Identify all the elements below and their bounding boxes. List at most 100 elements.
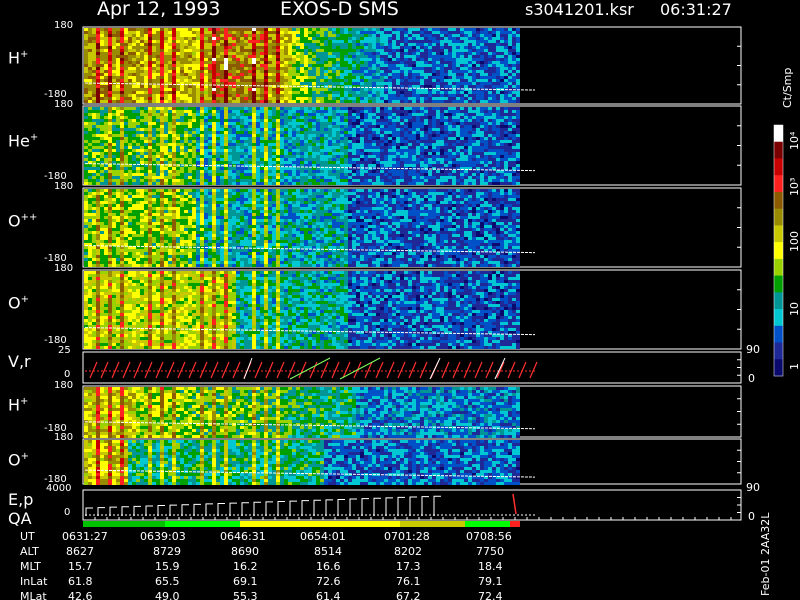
heatmap-cell	[316, 149, 320, 152]
heatmap-cell	[500, 67, 504, 70]
heatmap-cell	[236, 31, 240, 34]
heatmap-cell	[280, 110, 284, 113]
heatmap-cell	[288, 158, 292, 161]
heatmap-cell	[444, 94, 448, 97]
heatmap-cell	[180, 58, 184, 61]
heatmap-cell	[368, 107, 372, 110]
heatmap-cell	[200, 64, 204, 67]
heatmap-cell	[384, 28, 388, 31]
heatmap-cell	[484, 94, 488, 97]
heatmap-cell	[128, 43, 132, 46]
heatmap-cell	[244, 100, 248, 103]
heatmap-cell	[396, 122, 400, 125]
heatmap-cell	[152, 143, 156, 146]
heatmap-cell	[84, 152, 88, 155]
heatmap-cell	[204, 31, 208, 34]
heatmap-cell	[144, 70, 148, 73]
heatmap-cell	[328, 82, 332, 85]
heatmap-cell	[84, 167, 88, 170]
heatmap-cell	[212, 73, 216, 76]
heatmap-cell	[96, 170, 100, 173]
heatmap-cell	[460, 79, 464, 82]
heatmap-cell	[412, 100, 416, 103]
heatmap-cell	[248, 94, 252, 97]
heatmap-cell	[136, 113, 140, 116]
heatmap-cell	[88, 46, 92, 49]
heatmap-cell	[452, 31, 456, 34]
heatmap-cell	[220, 58, 224, 61]
heatmap-cell	[208, 131, 212, 134]
heatmap-cell	[340, 134, 344, 137]
heatmap-cell	[120, 85, 124, 88]
heatmap-cell	[432, 73, 436, 76]
heatmap-cell	[504, 100, 508, 103]
heatmap-cell	[424, 94, 428, 97]
heatmap-cell	[100, 76, 104, 79]
heatmap-cell	[372, 79, 376, 82]
heatmap-cell	[420, 94, 424, 97]
heatmap-cell	[176, 143, 180, 146]
heatmap-cell	[360, 55, 364, 58]
heatmap-cell	[128, 149, 132, 152]
heatmap-cell	[404, 140, 408, 143]
heatmap-cell	[176, 94, 180, 97]
heatmap-cell	[440, 97, 444, 100]
heatmap-cell	[412, 179, 416, 182]
heatmap-cell	[344, 55, 348, 58]
heatmap-cell	[160, 31, 164, 34]
heatmap-cell	[88, 149, 92, 152]
heatmap-cell	[360, 61, 364, 64]
heatmap-cell	[412, 46, 416, 49]
heatmap-cell	[108, 37, 112, 40]
heatmap-cell	[308, 94, 312, 97]
heatmap-cell	[300, 170, 304, 173]
heatmap-cell	[240, 167, 244, 170]
heatmap-cell	[188, 128, 192, 131]
heatmap-cell	[456, 76, 460, 79]
heatmap-cell	[452, 34, 456, 37]
heatmap-cell	[388, 46, 392, 49]
heatmap-cell	[392, 46, 396, 49]
heatmap-cell	[112, 116, 116, 119]
heatmap-cell	[220, 73, 224, 76]
heatmap-cell	[484, 55, 488, 58]
heatmap-cell	[300, 149, 304, 152]
heatmap-cell	[372, 152, 376, 155]
heatmap-cell	[280, 155, 284, 158]
heatmap-cell	[404, 28, 408, 31]
heatmap-cell	[120, 37, 124, 40]
heatmap-cell	[348, 128, 352, 131]
heatmap-cell	[108, 149, 112, 152]
heatmap-cell	[296, 61, 300, 64]
heatmap-cell	[412, 134, 416, 137]
heatmap-cell	[220, 49, 224, 52]
heatmap-cell	[432, 43, 436, 46]
heatmap-cell	[312, 119, 316, 122]
heatmap-cell	[308, 91, 312, 94]
heatmap-cell	[268, 152, 272, 155]
heatmap-cell	[256, 176, 260, 179]
heatmap-cell	[352, 94, 356, 97]
heatmap-cell	[400, 107, 404, 110]
heatmap-cell	[292, 28, 296, 31]
heatmap-cell	[244, 91, 248, 94]
heatmap-cell	[124, 107, 128, 110]
heatmap-cell	[452, 46, 456, 49]
heatmap-cell	[304, 149, 308, 152]
heatmap-cell	[96, 146, 100, 149]
heatmap-cell	[108, 55, 112, 58]
heatmap-cell	[204, 125, 208, 128]
heatmap-cell	[332, 122, 336, 125]
heatmap-cell	[204, 94, 208, 97]
heatmap-cell	[156, 79, 160, 82]
heatmap-cell	[308, 182, 312, 185]
heatmap-cell	[316, 179, 320, 182]
heatmap-cell	[228, 55, 232, 58]
heatmap-cell	[232, 46, 236, 49]
heatmap-cell	[216, 97, 220, 100]
heatmap-cell	[436, 76, 440, 79]
heatmap-cell	[176, 85, 180, 88]
heatmap-cell	[164, 161, 168, 164]
heatmap-cell	[352, 155, 356, 158]
heatmap-cell	[148, 128, 152, 131]
